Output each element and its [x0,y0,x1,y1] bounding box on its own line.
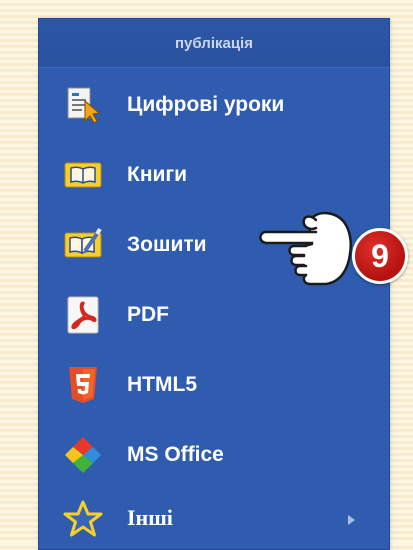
menu-item-label: PDF [127,303,169,326]
menu-item-label: Інші [127,505,173,530]
pdf-icon [63,295,103,335]
menu-item-digital-lessons[interactable]: Цифрові уроки [39,75,389,135]
menu-item-other[interactable]: Інші [39,489,389,549]
html5-icon [63,365,103,405]
menu-item-label: MS Office [127,443,224,466]
pointing-hand-icon [254,196,364,306]
menu-item-ms-office[interactable]: MS Office [39,425,389,485]
ms-office-icon [63,435,103,475]
menu-item-label: HTML5 [127,373,197,396]
step-number-badge: 9 [352,228,408,284]
menu-item-label: Книги [127,163,188,186]
menu-item-label: Цифрові уроки [127,93,285,116]
menu-item-html5[interactable]: HTML5 [39,355,389,415]
star-icon [63,499,103,539]
submenu-arrow-icon [348,515,355,525]
menu-item-label: Зошити [127,233,207,256]
book-icon [63,155,103,195]
workbook-icon [63,225,103,265]
menu-header: публікація [39,19,389,68]
digital-lesson-icon [63,85,103,125]
